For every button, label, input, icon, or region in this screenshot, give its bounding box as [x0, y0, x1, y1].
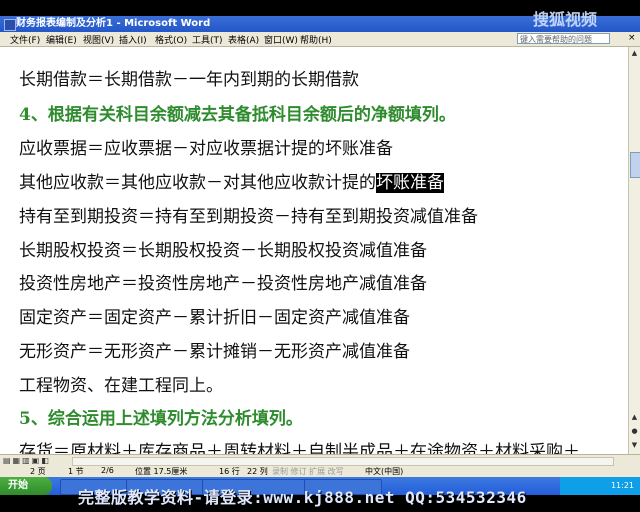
menu-insert[interactable]: 插入(I)	[119, 33, 147, 46]
system-tray: 11:21	[560, 477, 640, 495]
doc-line: 其他应收款＝其他应收款－对其他应收款计提的坏账准备	[19, 168, 444, 193]
word-app-icon	[4, 19, 16, 31]
doc-heading: 5、综合运用上述填列方法分析填列。	[19, 409, 303, 429]
status-page: 2 页	[30, 467, 46, 476]
menu-bar: 文件(F) 编辑(E) 视图(V) 插入(I) 格式(O) 工具(T) 表格(A…	[0, 32, 640, 47]
scroll-thumb[interactable]	[630, 152, 640, 178]
doc-line: 长期借款＝长期借款－一年内到期的长期借款	[19, 70, 359, 90]
status-position: 位置 17.5厘米	[135, 467, 188, 476]
status-language: 中文(中国)	[365, 467, 404, 476]
status-section: 1 节	[68, 467, 84, 476]
doc-line: 持有至到期投资＝持有至到期投资－持有至到期投资减值准备	[19, 207, 478, 227]
menu-window[interactable]: 窗口(W)	[264, 33, 298, 46]
selected-text[interactable]: 坏账准备	[376, 173, 444, 193]
doc-line-text: 其他应收款＝其他应收款－对其他应收款计提的	[19, 173, 376, 193]
status-line: 16 行	[219, 467, 240, 476]
screen: 财务报表编制及分析1 - Microsoft Word 搜狐视频 文件(F) 编…	[0, 0, 640, 512]
select-browse-icon[interactable]: ●	[630, 427, 639, 436]
horizontal-scroll-track[interactable]	[72, 457, 614, 466]
menu-tools[interactable]: 工具(T)	[192, 33, 223, 46]
status-modes[interactable]: 录制 修订 扩展 改写	[272, 466, 344, 477]
start-button[interactable]: 开始	[0, 477, 52, 495]
clock: 11:21	[610, 481, 634, 490]
status-bar: 2 页 1 节 2/6 位置 17.5厘米 16 行 22 列 录制 修订 扩展…	[0, 466, 640, 477]
doc-line: 工程物资、在建工程同上。	[19, 376, 223, 396]
menu-edit[interactable]: 编辑(E)	[46, 33, 77, 46]
scroll-up-icon[interactable]: ▲	[630, 49, 639, 58]
menu-file[interactable]: 文件(F)	[10, 33, 40, 46]
menu-help[interactable]: 帮助(H)	[300, 33, 332, 46]
help-search-input[interactable]: 键入需要帮助的问题	[517, 33, 610, 44]
window-title: 财务报表编制及分析1 - Microsoft Word	[16, 18, 211, 29]
doc-line: 固定资产＝固定资产－累计折旧－固定资产减值准备	[19, 308, 410, 328]
document-area[interactable]: 长期借款＝长期借款－一年内到期的长期借款 4、根据有关科目余额减去其备抵科目余额…	[0, 47, 628, 454]
prev-page-icon[interactable]: ▲	[630, 413, 639, 422]
title-bar: 财务报表编制及分析1 - Microsoft Word 搜狐视频	[0, 12, 640, 32]
doc-line: 投资性房地产＝投资性房地产－投资性房地产减值准备	[19, 274, 427, 294]
vertical-scrollbar[interactable]: ▲ ▲ ● ▼	[628, 47, 640, 454]
menu-format[interactable]: 格式(O)	[155, 33, 187, 46]
doc-line: 长期股权投资＝长期股权投资－长期股权投资减值准备	[19, 241, 427, 261]
close-document-icon[interactable]: ×	[628, 33, 636, 43]
doc-line: 应收票据＝应收票据－对应收票据计提的坏账准备	[19, 139, 393, 159]
brand-logo: 搜狐视频	[533, 10, 598, 29]
view-buttons-icon[interactable]: ▤▦▥▣◧	[3, 456, 51, 465]
menu-table[interactable]: 表格(A)	[228, 33, 259, 46]
next-page-icon[interactable]: ▼	[630, 441, 639, 450]
watermark-text: 完整版教学资料-请登录:www.kj888.net QQ:534532346	[78, 488, 527, 507]
doc-heading: 4、根据有关科目余额减去其备抵科目余额后的净额填列。	[19, 105, 456, 125]
menu-view[interactable]: 视图(V)	[83, 33, 114, 46]
doc-line: 无形资产＝无形资产－累计摊销－无形资产减值准备	[19, 342, 410, 362]
status-pages: 2/6	[101, 466, 114, 475]
horizontal-scrollbar[interactable]: ▤▦▥▣◧	[0, 454, 640, 466]
status-column: 22 列	[247, 467, 268, 476]
doc-line: 存货＝原材料＋库存商品＋周转材料＋自制半成品＋在途物资＋材料采购＋	[19, 442, 580, 454]
